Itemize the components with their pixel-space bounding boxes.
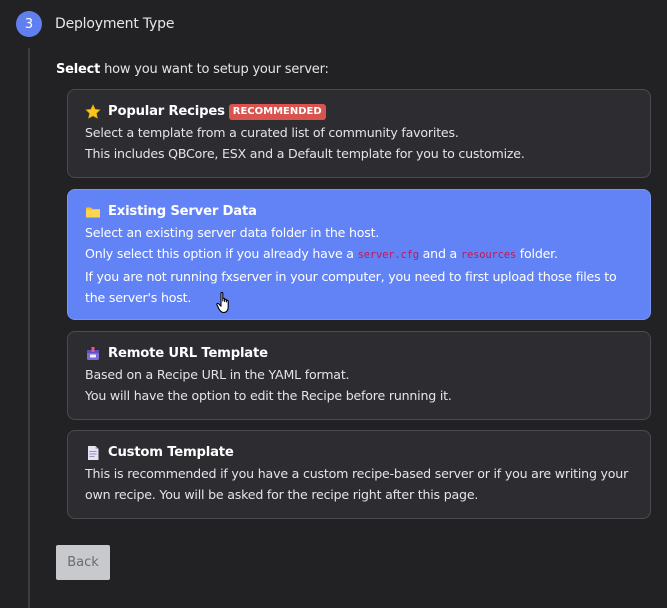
recommended-badge: RECOMMENDED	[228, 103, 326, 120]
option-description-line: Select an existing server data folder in…	[85, 225, 380, 240]
resources-code: resources	[460, 249, 516, 261]
folder-icon	[85, 204, 101, 220]
package-icon	[85, 346, 101, 362]
option-description-line: You will have the option to edit the Rec…	[85, 388, 452, 403]
option-title: Remote URL Template	[108, 346, 268, 361]
option-description-line: If you are not running fxserver in your …	[85, 269, 617, 284]
description-text: folder.	[515, 246, 558, 261]
selection-prompt: Select how you want to setup your server…	[56, 62, 329, 77]
option-description-line: Select a template from a curated list of…	[85, 125, 459, 140]
prompt-text: how you want to setup your server:	[100, 62, 329, 77]
option-title-row: Popular Recipes RECOMMENDED	[85, 101, 634, 122]
step-connector-line	[28, 48, 30, 608]
step-title: Deployment Type	[55, 16, 175, 32]
star-icon	[85, 103, 101, 120]
option-existing-server-data[interactable]: Existing Server Data Select an existing …	[67, 189, 651, 320]
option-description-line: the server's host.	[85, 290, 192, 305]
option-title-row: Custom Template	[85, 442, 634, 463]
document-icon	[85, 445, 101, 461]
option-popular-recipes[interactable]: Popular Recipes RECOMMENDED Select a tem…	[67, 89, 651, 178]
description-text: Only select this option if you already h…	[85, 246, 358, 261]
option-custom-template[interactable]: Custom Template This is recommended if y…	[67, 430, 651, 519]
option-title-row: Existing Server Data	[85, 201, 634, 222]
option-title: Popular Recipes	[108, 104, 225, 119]
step-header: 3 Deployment Type	[16, 11, 174, 37]
hand-cursor-icon	[216, 291, 234, 315]
back-button[interactable]: Back	[56, 545, 110, 580]
step-number-badge: 3	[16, 11, 42, 37]
option-description-line: Only select this option if you already h…	[85, 243, 634, 266]
description-text: and a	[418, 246, 461, 261]
server-cfg-code: server.cfg	[357, 249, 419, 261]
option-description-line: This includes QBCore, ESX and a Default …	[85, 146, 525, 161]
prompt-bold: Select	[56, 62, 101, 77]
option-remote-url-template[interactable]: Remote URL Template Based on a Recipe UR…	[67, 331, 651, 420]
option-description-line: Based on a Recipe URL in the YAML format…	[85, 367, 350, 382]
option-description-line: This is recommended if you have a custom…	[85, 466, 629, 481]
option-title: Custom Template	[108, 445, 234, 460]
option-description-line: own recipe. You will be asked for the re…	[85, 487, 479, 502]
option-title: Existing Server Data	[108, 204, 257, 219]
option-title-row: Remote URL Template	[85, 343, 634, 364]
